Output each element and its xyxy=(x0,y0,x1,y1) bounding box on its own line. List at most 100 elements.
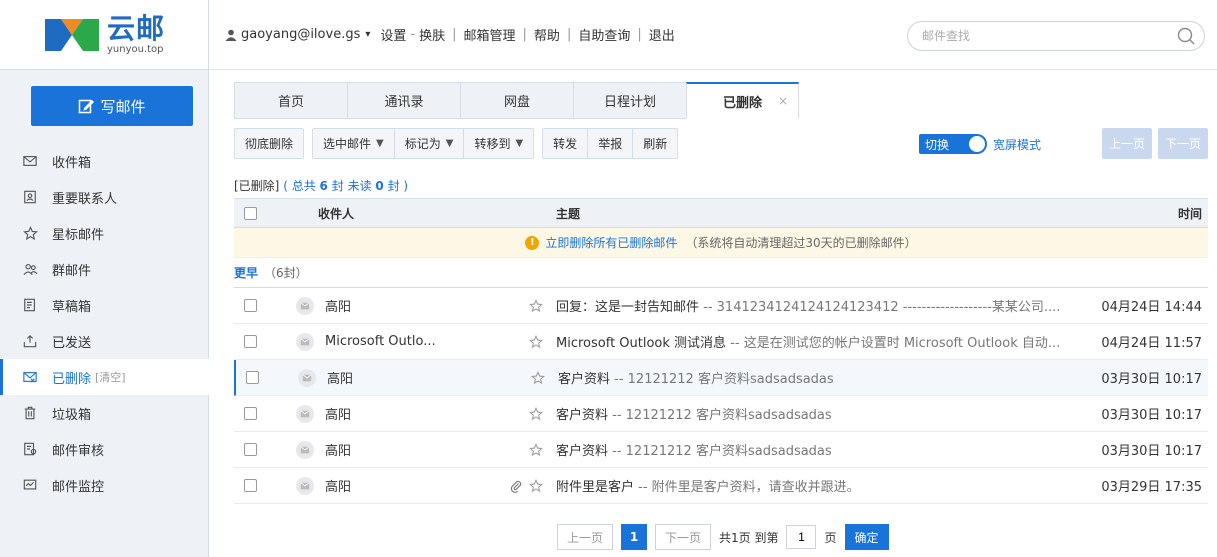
sidebar-item-important-contacts[interactable]: 重要联系人 xyxy=(0,179,209,215)
sidebar-item-starred[interactable]: 星标邮件 xyxy=(0,215,209,251)
sender-name: Microsoft Outlo... xyxy=(325,334,436,349)
mark-as-dropdown[interactable]: 标记为 ▼ xyxy=(394,129,465,158)
sidebar-item-mail-audit[interactable]: 邮件审核 xyxy=(0,431,209,467)
mail-time: 03月30日 10:17 xyxy=(1101,444,1202,459)
deleted-icon xyxy=(22,369,38,385)
settings-link[interactable]: 设置 xyxy=(380,25,406,44)
delete-forever-button[interactable]: 彻底删除 xyxy=(235,129,304,158)
mail-time: 04月24日 14:44 xyxy=(1101,300,1202,315)
warning-icon: ! xyxy=(525,235,540,250)
row-checkbox[interactable] xyxy=(244,299,257,312)
cleanup-note: （系统将自动清理超过30天的已删除邮件） xyxy=(685,236,917,250)
refresh-button[interactable]: 刷新 xyxy=(633,129,678,158)
next-page-button[interactable]: 下一页 xyxy=(655,524,712,550)
user-account-link[interactable]: gaoyang@ilove.gs xyxy=(241,27,360,42)
table-row[interactable]: Microsoft Outlo... Microsoft Outlook 测试消… xyxy=(234,324,1208,360)
sidebar-item-spam[interactable]: 垃圾箱 xyxy=(0,395,209,431)
star-icon[interactable] xyxy=(529,407,543,421)
select-mail-dropdown[interactable]: 选中邮件 ▼ xyxy=(313,129,395,158)
compose-button[interactable]: 写邮件 xyxy=(31,86,193,126)
clear-deleted-link[interactable]: [清空] xyxy=(95,369,126,385)
page-number-input[interactable] xyxy=(786,525,817,549)
sidebar-item-label: 重要联系人 xyxy=(52,191,118,207)
switch-label: 切换 xyxy=(919,134,956,154)
mailbox-admin-link[interactable]: 邮箱管理 xyxy=(464,25,516,44)
time-header[interactable]: 时间 xyxy=(1178,205,1202,222)
tab-label: 通讯录 xyxy=(384,95,424,110)
search-input[interactable] xyxy=(922,29,1176,43)
tab-home[interactable]: 首页 xyxy=(234,82,347,119)
logout-link[interactable]: 退出 xyxy=(649,25,675,44)
close-tab-icon[interactable]: × xyxy=(778,94,788,108)
prev-page-button[interactable]: 上一页 xyxy=(557,524,614,550)
move-to-label: 转移到 xyxy=(474,137,511,151)
help-link[interactable]: 帮助 xyxy=(534,25,560,44)
mail-subject: Microsoft Outlook 测试消息 -- 这是在测试您的帐户设置时 M… xyxy=(556,332,1076,351)
sidebar-item-drafts[interactable]: 草稿箱 xyxy=(0,287,209,323)
group-icon xyxy=(22,261,38,277)
next-page-button[interactable]: 下一页 xyxy=(1158,128,1208,159)
table-row[interactable]: 高阳 附件里是客户 -- 附件里是客户资料，请查收并跟进。 03月29日 17:… xyxy=(234,468,1208,504)
subject-text: 回复：这是一封告知邮件 xyxy=(556,300,700,315)
mail-summary: -- 这是在测试您的帐户设置时 Microsoft Outlook 自动... xyxy=(726,336,1061,351)
top-bar: gaoyang@ilove.gs ▾ 设置 - 换肤 | 邮箱管理 | 帮助 |… xyxy=(209,0,1217,70)
table-row[interactable]: 高阳 客户资料 -- 12121212 客户资料sadsadsadas 03月3… xyxy=(234,396,1208,432)
move-to-dropdown[interactable]: 转移到 ▼ xyxy=(464,129,534,158)
subject-header[interactable]: 主题 xyxy=(556,205,580,222)
trash-icon xyxy=(22,405,38,421)
current-page-button[interactable]: 1 xyxy=(621,524,648,550)
mail-summary: -- 12121212 客户资料sadsadsadas xyxy=(608,444,832,459)
tab-contacts[interactable]: 通讯录 xyxy=(347,82,460,119)
contact-icon xyxy=(22,189,38,205)
row-checkbox[interactable] xyxy=(244,443,257,456)
sidebar: 云邮 yunyou.top 写邮件 收件箱 重要联系人 星标邮件 群邮件 草稿箱… xyxy=(0,0,209,557)
logo[interactable]: 云邮 yunyou.top xyxy=(0,0,208,70)
mail-summary: -- 12121212 客户资料sadsadsadas xyxy=(610,372,834,387)
forward-button[interactable]: 转发 xyxy=(543,129,589,158)
go-to-page-button[interactable]: 确定 xyxy=(844,524,889,550)
search-icon[interactable] xyxy=(1176,26,1196,46)
row-checkbox[interactable] xyxy=(246,371,259,384)
star-icon[interactable] xyxy=(529,299,543,313)
select-all-checkbox[interactable] xyxy=(244,207,257,220)
subject-text: Microsoft Outlook 测试消息 xyxy=(556,336,727,351)
audit-icon xyxy=(22,441,38,457)
sidebar-item-label: 已发送 xyxy=(52,335,92,351)
sidebar-item-mail-monitor[interactable]: 邮件监控 xyxy=(0,467,209,503)
row-checkbox[interactable] xyxy=(244,479,257,492)
recipient-header[interactable]: 收件人 xyxy=(318,205,354,222)
tab-calendar[interactable]: 日程计划 xyxy=(573,82,686,119)
star-icon[interactable] xyxy=(529,443,543,457)
table-row[interactable]: 高阳 回复：这是一封告知邮件 -- 3141234124124124123412… xyxy=(234,288,1208,324)
sidebar-item-deleted[interactable]: 已删除 [清空] xyxy=(0,359,209,395)
star-icon[interactable] xyxy=(529,479,543,493)
prev-page-button[interactable]: 上一页 xyxy=(1102,128,1152,159)
star-icon[interactable] xyxy=(531,371,545,385)
mail-subject: 客户资料 -- 12121212 客户资料sadsadsadas xyxy=(556,404,1076,423)
table-row[interactable]: 高阳 客户资料 -- 12121212 客户资料sadsadsadas 03月3… xyxy=(234,360,1208,396)
tab-bar: 首页 通讯录 网盘 日程计划 已删除 × xyxy=(234,82,799,119)
star-icon[interactable] xyxy=(529,335,543,349)
tab-netdisk[interactable]: 网盘 xyxy=(460,82,573,119)
user-dropdown-caret[interactable]: ▾ xyxy=(365,29,370,40)
draft-icon xyxy=(22,297,38,313)
widescreen-mode-link[interactable]: 宽屏模式 xyxy=(993,136,1041,153)
tab-deleted[interactable]: 已删除 × xyxy=(686,82,799,119)
tab-label: 已删除 xyxy=(722,95,762,111)
mail-subject: 客户资料 -- 12121212 客户资料sadsadsadas xyxy=(558,368,1078,387)
mark-as-label: 标记为 xyxy=(404,137,441,151)
sidebar-item-inbox[interactable]: 收件箱 xyxy=(0,143,209,179)
sidebar-item-sent[interactable]: 已发送 xyxy=(0,323,209,359)
group-label[interactable]: 更早 xyxy=(234,264,258,281)
row-checkbox[interactable] xyxy=(244,335,257,348)
unit-label: 封 xyxy=(331,179,344,193)
self-service-link[interactable]: 自助查询 xyxy=(578,25,630,44)
skin-link[interactable]: 换肤 xyxy=(419,25,445,44)
sidebar-item-group-mail[interactable]: 群邮件 xyxy=(0,251,209,287)
widescreen-toggle[interactable] xyxy=(955,134,988,154)
folder-tag: [已删除] xyxy=(234,179,280,193)
delete-all-link[interactable]: 立即删除所有已删除邮件 xyxy=(545,234,677,251)
report-button[interactable]: 举报 xyxy=(588,129,634,158)
table-row[interactable]: 高阳 客户资料 -- 12121212 客户资料sadsadsadas 03月3… xyxy=(234,432,1208,468)
row-checkbox[interactable] xyxy=(244,407,257,420)
